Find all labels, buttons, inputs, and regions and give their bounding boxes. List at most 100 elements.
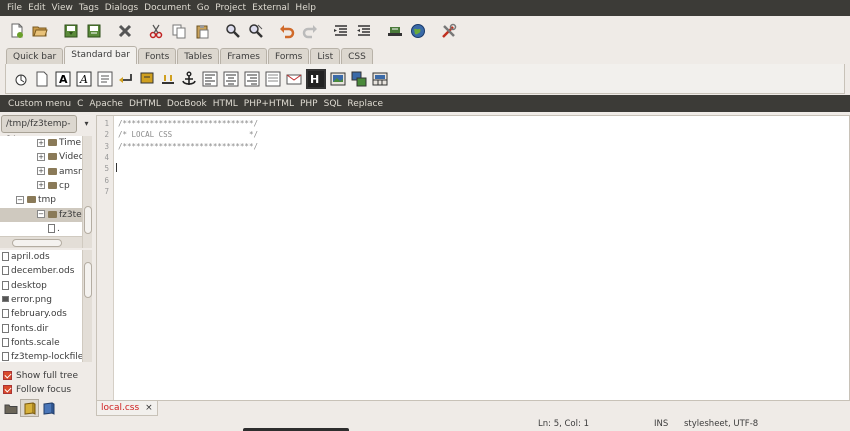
menu-help[interactable]: Help: [292, 0, 319, 16]
tree-hscrollbar[interactable]: [0, 236, 82, 248]
preview-button[interactable]: [384, 20, 406, 42]
unindent-button[interactable]: [353, 20, 375, 42]
follow-focus-checkbox[interactable]: Follow focus: [3, 384, 71, 396]
tree-item[interactable]: + amsn: [0, 165, 84, 179]
paragraph-button[interactable]: [96, 70, 114, 88]
file-list-item[interactable]: fz3temp-lockfile: [2, 350, 83, 362]
align-left-button[interactable]: [201, 70, 219, 88]
file-list-item[interactable]: desktop: [2, 279, 47, 293]
align-right-button[interactable]: [243, 70, 261, 88]
expand-icon[interactable]: +: [37, 167, 45, 176]
menu-dialogs[interactable]: Dialogs: [102, 0, 141, 16]
menu-file[interactable]: File: [4, 0, 25, 16]
body-button[interactable]: [33, 70, 51, 88]
tab-quick-bar[interactable]: Quick bar: [6, 48, 64, 64]
cut-button[interactable]: [145, 20, 167, 42]
path-combobox[interactable]: /tmp/fz3temp-1/: [1, 115, 77, 145]
custom-menu-docbook[interactable]: DocBook: [164, 99, 210, 109]
image-button[interactable]: [329, 70, 347, 88]
file-list-item[interactable]: error.png: [2, 293, 52, 307]
menu-external[interactable]: External: [249, 0, 292, 16]
expand-icon[interactable]: +: [37, 152, 45, 161]
file-list-item[interactable]: fonts.scale: [2, 336, 60, 350]
file-list-item[interactable]: december.ods: [2, 264, 74, 278]
save-button[interactable]: [60, 20, 82, 42]
tree-scroll-thumb[interactable]: [84, 206, 92, 234]
new-file-button[interactable]: [6, 20, 28, 42]
tab-forms[interactable]: Forms: [267, 48, 310, 64]
save-all-button[interactable]: [83, 20, 105, 42]
anchor-button[interactable]: [180, 70, 198, 88]
custom-menu-sql[interactable]: SQL: [321, 99, 345, 109]
copy-button[interactable]: [168, 20, 190, 42]
file-list-item[interactable]: fonts.dir: [2, 322, 48, 336]
preferences-button[interactable]: [438, 20, 460, 42]
heading-button[interactable]: H: [306, 68, 326, 89]
menu-document[interactable]: Document: [141, 0, 194, 16]
filebrowser-tab[interactable]: [2, 399, 20, 417]
custom-menu-html[interactable]: HTML: [210, 99, 241, 109]
tree-hscroll-thumb[interactable]: [12, 239, 62, 247]
snippets-tab[interactable]: [39, 399, 58, 417]
collapse-icon[interactable]: −: [16, 195, 24, 204]
file-list-scrollbar[interactable]: [82, 250, 92, 362]
custom-menu-php[interactable]: PHP: [297, 99, 321, 109]
tree-item[interactable]: + cp: [0, 179, 82, 193]
open-file-button[interactable]: [29, 20, 51, 42]
tree-item[interactable]: .: [0, 222, 82, 236]
undo-button[interactable]: [276, 20, 298, 42]
tab-standard-bar[interactable]: Standard bar: [64, 46, 137, 64]
document-tab-local-css[interactable]: local.css ×: [96, 401, 158, 416]
comment-button[interactable]: [264, 70, 282, 88]
bookmarks-tab[interactable]: [20, 399, 39, 417]
tab-list[interactable]: List: [310, 48, 341, 64]
tree-item[interactable]: −fz3temp: [0, 207, 92, 222]
expand-icon[interactable]: +: [37, 138, 45, 147]
paste-button[interactable]: [191, 20, 213, 42]
email-button[interactable]: [285, 70, 303, 88]
break-clear-button[interactable]: [138, 70, 156, 88]
chevron-down-icon[interactable]: ▾: [80, 115, 93, 133]
file-list-item[interactable]: february.ods: [2, 307, 67, 321]
find-button[interactable]: [222, 20, 244, 42]
code-editor[interactable]: 1234567 /*****************************//…: [96, 115, 850, 401]
file-list-item[interactable]: april.ods: [2, 250, 50, 264]
custom-menu-custom-menu[interactable]: Custom menu: [5, 99, 74, 109]
italic-button[interactable]: A: [75, 70, 93, 88]
menu-edit[interactable]: Edit: [25, 0, 48, 16]
redo-button[interactable]: [299, 20, 321, 42]
custom-menu-php-html[interactable]: PHP+HTML: [241, 99, 297, 109]
tab-fonts[interactable]: Fonts: [137, 48, 177, 64]
find-replace-button[interactable]: [245, 20, 267, 42]
custom-menu-dhtml[interactable]: DHTML: [126, 99, 164, 109]
menu-view[interactable]: View: [49, 0, 76, 16]
menu-go[interactable]: Go: [194, 0, 212, 16]
browser-button[interactable]: [407, 20, 429, 42]
quickstart-button[interactable]: [12, 70, 30, 88]
collapse-icon[interactable]: −: [37, 210, 45, 218]
bold-button[interactable]: A: [54, 70, 72, 88]
tree-item[interactable]: − tmp: [0, 193, 82, 207]
tree-scrollbar[interactable]: [82, 136, 92, 248]
tab-css[interactable]: CSS: [341, 48, 373, 64]
file-list-scroll-thumb[interactable]: [84, 262, 92, 298]
custom-menu-replace[interactable]: Replace: [344, 99, 386, 109]
indent-button[interactable]: [330, 20, 352, 42]
thumbnail-button[interactable]: [350, 70, 368, 88]
tab-frames[interactable]: Frames: [220, 48, 267, 64]
break-button[interactable]: [117, 70, 135, 88]
menu-tags[interactable]: Tags: [76, 0, 102, 16]
nbsp-button[interactable]: [159, 70, 177, 88]
custom-menu-c[interactable]: C: [74, 99, 86, 109]
close-button[interactable]: [114, 20, 136, 42]
tree-item[interactable]: + Video: [0, 150, 84, 164]
close-tab-icon[interactable]: ×: [145, 401, 153, 416]
code-area[interactable]: /*****************************//* LOCAL …: [97, 116, 849, 400]
align-center-button[interactable]: [222, 70, 240, 88]
menu-project[interactable]: Project: [212, 0, 249, 16]
tree-item[interactable]: + Time: [0, 136, 82, 150]
show-full-tree-checkbox[interactable]: Show full tree: [3, 370, 78, 382]
table-button[interactable]: [371, 70, 389, 88]
expand-icon[interactable]: +: [37, 181, 45, 190]
custom-menu-apache[interactable]: Apache: [86, 99, 126, 109]
